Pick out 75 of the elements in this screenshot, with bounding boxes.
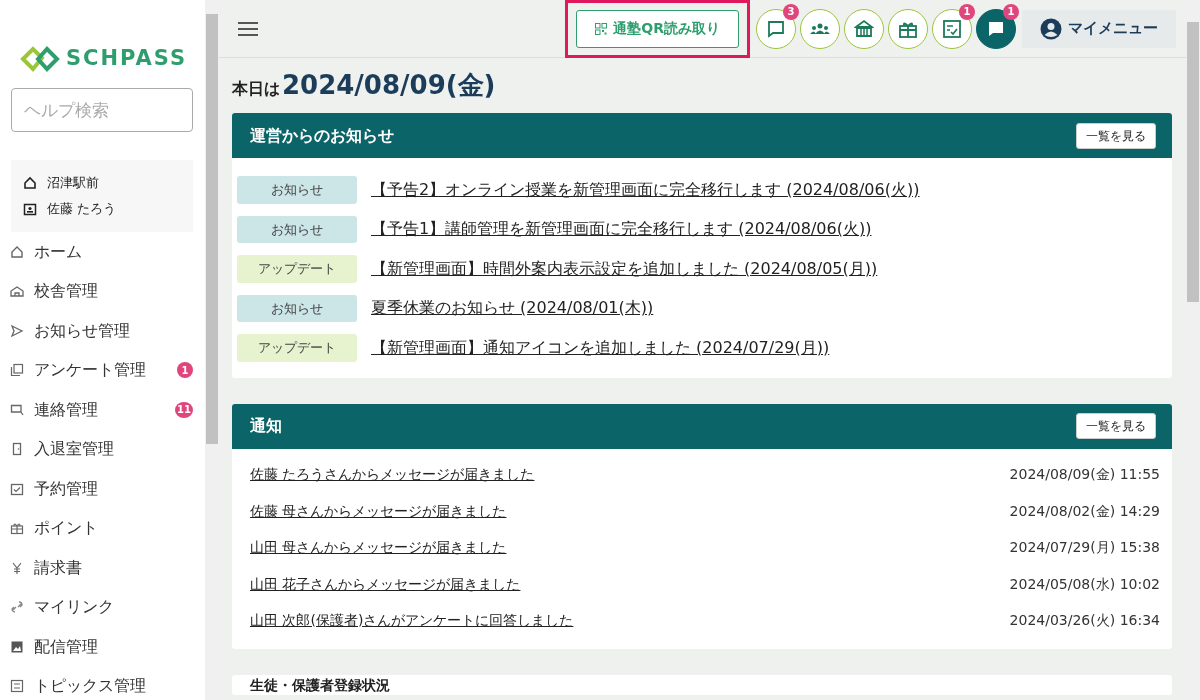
survey-icon: [10, 363, 24, 378]
view-all-button[interactable]: 一覧を見る: [1076, 122, 1156, 149]
sidebar-item[interactable]: 予約管理: [0, 469, 205, 509]
id-card-icon: [23, 202, 37, 216]
card-title: 運営からのお知らせ: [250, 124, 394, 147]
yen-icon: [10, 560, 24, 575]
category-tag: お知らせ: [237, 215, 357, 243]
qr-code-icon: [595, 22, 608, 35]
house-icon: [23, 176, 37, 190]
card-title: 通知: [250, 415, 282, 437]
timestamp: 2024/07/29(月) 15:38: [1009, 538, 1160, 558]
door-icon: [10, 442, 24, 457]
scrollbar[interactable]: [205, 0, 219, 700]
category-tag: アップデート: [237, 255, 357, 283]
category-tag: アップデート: [237, 334, 357, 362]
user-icon: [1040, 17, 1062, 40]
logo-icon: [20, 46, 60, 72]
chat-icon: [766, 18, 786, 39]
today-date: 2024/08/09(金): [282, 69, 496, 102]
topic-icon: [10, 679, 24, 694]
menu-icon: [237, 20, 259, 37]
sidebar-item[interactable]: お知らせ管理: [0, 311, 205, 351]
link-icon: [10, 600, 24, 615]
sidebar-item[interactable]: ポイント: [0, 508, 205, 548]
sidebar-item[interactable]: 入退室管理: [0, 429, 205, 469]
checklist-icon: [942, 18, 962, 39]
announcement-link[interactable]: 【新管理画面】通知アイコンを追加しました (2024/07/29(月)): [371, 335, 830, 360]
count-badge: 1: [177, 362, 193, 379]
announcement-link[interactable]: 夏季休業のお知らせ (2024/08/01(木)): [371, 296, 654, 321]
sidebar-item[interactable]: トピックス管理: [0, 666, 205, 700]
school-name: 沼津駅前: [47, 174, 99, 192]
category-tag: お知らせ: [237, 176, 357, 204]
school-icon: [854, 18, 874, 39]
announcement-link[interactable]: 【新管理画面】時間外案内表示設定を追加しました (2024/08/05(月)): [371, 256, 878, 281]
today-label: 本日は: [232, 78, 280, 100]
notification-link[interactable]: 山田 母さんからメッセージが届きました: [250, 537, 507, 559]
icon-button[interactable]: [844, 8, 884, 49]
timestamp: 2024/08/09(金) 11:55: [1009, 465, 1160, 485]
count-badge: 11: [175, 401, 193, 418]
notification-link[interactable]: 佐藤 たろうさんからメッセージが届きました: [250, 464, 535, 486]
view-all-button[interactable]: 一覧を見る: [1076, 413, 1156, 439]
calendar-icon: [10, 481, 24, 496]
count-badge: 3: [783, 3, 799, 20]
logo-text: SCHPASS: [66, 45, 188, 73]
sidebar-item[interactable]: マイリンク: [0, 587, 205, 627]
search-field[interactable]: ヘルプ検索: [11, 88, 193, 132]
sidebar-item[interactable]: アンケート管理 1: [0, 350, 205, 390]
gift-icon: [10, 521, 24, 536]
sidebar-item[interactable]: 校舎管理: [0, 271, 205, 311]
icon-button[interactable]: [888, 8, 928, 49]
building-icon: [10, 284, 24, 299]
my-menu-button[interactable]: マイメニュー: [1022, 9, 1176, 48]
announcement-link[interactable]: 【予告2】オンライン授業を新管理画面に完全移行します (2024/08/06(火)): [371, 177, 920, 202]
notification-link[interactable]: 山田 次郎(保護者)さんがアンケートに回答しました: [250, 610, 574, 632]
timestamp: 2024/05/08(水) 10:02: [1009, 574, 1160, 594]
notification-link[interactable]: 山田 花子さんからメッセージが届きました: [250, 573, 521, 595]
image-icon: [10, 639, 24, 654]
announcement-link[interactable]: 【予告1】講師管理を新管理画面に完全移行します (2024/08/06(火)): [371, 217, 872, 242]
timestamp: 2024/03/26(火) 16:34: [1009, 611, 1160, 631]
count-badge: 1: [959, 3, 975, 20]
send-icon: [10, 323, 24, 338]
category-tag: お知らせ: [237, 294, 357, 322]
sidebar-item[interactable]: 配信管理: [0, 627, 205, 667]
card-title: 生徒・保護者登録状況: [250, 677, 390, 693]
sidebar-item[interactable]: 請求書: [0, 548, 205, 588]
icon-button[interactable]: [800, 8, 840, 49]
notification-link[interactable]: 佐藤 母さんからメッセージが届きました: [250, 500, 507, 522]
user-name: 佐藤 たろう: [47, 200, 117, 218]
timestamp: 2024/08/02(金) 14:29: [1009, 501, 1160, 521]
sidebar-item[interactable]: 連絡管理 11: [0, 390, 205, 430]
scrollbar[interactable]: [1186, 0, 1200, 700]
count-badge: 1: [1003, 3, 1019, 20]
house-icon: [10, 244, 24, 259]
chat-icon: [10, 402, 24, 417]
sidebar-item[interactable]: ホーム: [0, 232, 205, 272]
